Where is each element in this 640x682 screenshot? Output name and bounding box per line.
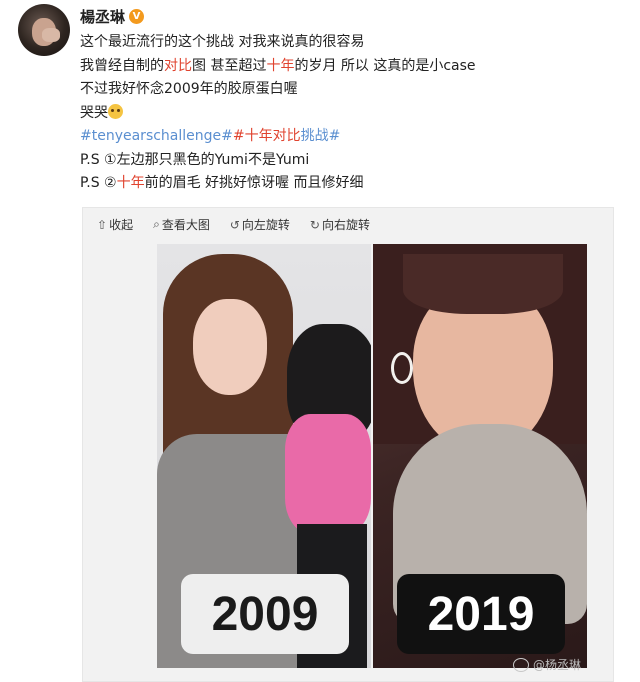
- photo-earring: [391, 352, 413, 384]
- rotate-right-icon: ↻: [309, 217, 320, 232]
- magnifier-icon: ⌕: [153, 217, 160, 231]
- view-large-label: 查看大图: [161, 218, 210, 232]
- post-line: 哭哭: [80, 102, 620, 126]
- crying-emoji-icon: [108, 103, 123, 119]
- year-badge-2009: 2009: [181, 574, 349, 654]
- highlight-text: 对比: [164, 57, 192, 74]
- post-line: P.S ②十年前的眉毛 好挑好惊讶喔 而且修好细: [80, 172, 620, 196]
- watermark-text: @杨丞琳: [533, 658, 582, 672]
- collapse-button[interactable]: ⇧ 收起: [97, 216, 133, 233]
- collapse-label: 收起: [109, 218, 134, 232]
- highlight-text: 十年: [116, 175, 145, 191]
- avatar[interactable]: [18, 4, 70, 56]
- post-line-text: 这个最近流行的这个挑战 对我来说真的很容易: [80, 34, 365, 50]
- post-line-text: 不过我好怀念2009年的胶原蛋白喔: [80, 81, 298, 97]
- post-line: 不过我好怀念2009年的胶原蛋白喔: [80, 78, 620, 102]
- post-line-text: 的岁月 所以 这真的是小case: [294, 57, 476, 74]
- weibo-logo-icon: [513, 657, 529, 672]
- post-line-text: 前的眉毛 好挑好惊讶喔 而且修好细: [144, 175, 364, 191]
- post-line: 这个最近流行的这个挑战 对我来说真的很容易: [80, 31, 620, 55]
- photo-dog-coat: [285, 414, 371, 534]
- hashtag-line: #tenyearschallenge##十年对比挑战#: [80, 125, 620, 149]
- rotate-right-label: 向右旋转: [321, 218, 370, 232]
- hashtag-link[interactable]: #tenyearschallenge#: [80, 128, 233, 144]
- highlight-text: 十年: [266, 57, 295, 74]
- photo-2019[interactable]: 2019: [373, 244, 587, 668]
- photo-face: [193, 299, 267, 395]
- rotate-left-icon: ↺: [229, 217, 240, 232]
- post-line-text: P.S ①左边那只黑色的Yumi不是Yumi: [80, 151, 310, 168]
- post-line: P.S ①左边那只黑色的Yumi不是Yumi: [80, 149, 620, 173]
- post-line-text: 我曾经自制的: [80, 57, 164, 74]
- post-line-text: 图 甚至超过: [192, 57, 267, 74]
- hashtag-link[interactable]: #十年对比挑战#: [233, 128, 340, 144]
- year-badge-2019: 2019: [397, 574, 565, 654]
- hashtag-text: #十年: [232, 128, 273, 144]
- view-large-button[interactable]: ⌕ 查看大图: [153, 216, 210, 233]
- media-container: ⇧ 收起 ⌕ 查看大图 ↺ 向左旋转 ↻ 向右旋转 2009 2019 @杨丞琳: [82, 207, 614, 682]
- rotate-right-button[interactable]: ↻ 向右旋转: [310, 216, 370, 233]
- post-line-text: 哭哭: [80, 104, 108, 121]
- post-line-text: P.S ②: [80, 175, 117, 191]
- avatar-hand: [42, 28, 60, 42]
- post-header: 楊丞琳 V: [80, 6, 145, 27]
- collapse-icon: ⇧: [97, 217, 108, 232]
- media-toolbar: ⇧ 收起 ⌕ 查看大图 ↺ 向左旋转 ↻ 向右旋转: [97, 216, 370, 233]
- photo-2009[interactable]: 2009: [157, 244, 371, 668]
- weibo-watermark: @杨丞琳: [513, 656, 581, 673]
- post-text: 这个最近流行的这个挑战 对我来说真的很容易 我曾经自制的对比图 甚至超过十年的岁…: [80, 31, 620, 196]
- hashtag-text: #tenyearschallenge#: [80, 128, 233, 144]
- verified-badge-icon: V: [129, 9, 145, 24]
- hashtag-text: 对比: [272, 128, 301, 144]
- post-line: 我曾经自制的对比图 甚至超过十年的岁月 所以 这真的是小case: [80, 55, 620, 79]
- rotate-left-label: 向左旋转: [241, 218, 290, 232]
- username[interactable]: 楊丞琳: [80, 6, 125, 27]
- photo-bangs: [403, 254, 563, 314]
- hashtag-text: 挑战#: [300, 128, 341, 144]
- rotate-left-button[interactable]: ↺ 向左旋转: [230, 216, 290, 233]
